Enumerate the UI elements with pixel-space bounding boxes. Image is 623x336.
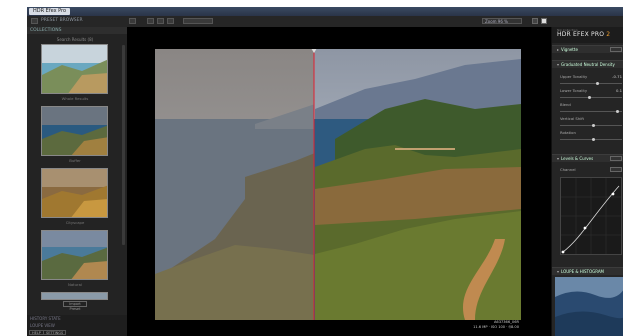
preset-panel: COLLECTIONS Search Results (8) Whole Res… xyxy=(27,27,127,315)
preset-scrollbar[interactable] xyxy=(122,45,125,245)
help-button[interactable]: HELP xyxy=(29,330,44,335)
preview-image[interactable] xyxy=(155,49,521,320)
split-view-icon[interactable] xyxy=(157,18,164,24)
loupe-preview[interactable] xyxy=(555,277,623,336)
lower-tonality-slider[interactable] xyxy=(560,96,622,99)
chevron-down-icon: ▾ xyxy=(557,269,560,274)
preset-thumbnail[interactable] xyxy=(41,292,108,300)
loupe-icon[interactable] xyxy=(532,18,538,24)
upper-tonality-slider[interactable] xyxy=(560,82,622,85)
vignette-label: Vignette xyxy=(561,47,578,52)
vignette-mode-button[interactable] xyxy=(610,47,622,52)
preset-browser-button[interactable]: PRESET BROWSER xyxy=(41,18,83,24)
background-selector[interactable] xyxy=(183,18,213,24)
app-window: HDR Efex Pro PRESET BROWSER Zoom 96 % CO… xyxy=(27,7,623,336)
preset-label: Whole Results xyxy=(61,96,89,101)
curves-editor[interactable] xyxy=(560,177,622,255)
upper-tonality-label: Upper Tonality xyxy=(560,74,588,79)
curve-point[interactable] xyxy=(583,226,587,230)
loupe-label: LOUPE & HISTOGRAM xyxy=(561,269,605,274)
preset-label: Buffer xyxy=(69,158,81,163)
rotation-slider[interactable] xyxy=(560,138,622,141)
rotation-label: Rotation xyxy=(560,130,576,135)
history-state-row[interactable]: HISTORY STATE xyxy=(30,316,61,321)
curve-point[interactable] xyxy=(611,192,615,196)
vertical-shift-slider[interactable] xyxy=(560,124,622,127)
levels-label: Levels & Curves xyxy=(561,156,594,161)
graduated-nd-section[interactable]: ▾ Graduated Neutral Density xyxy=(552,60,623,68)
preset-thumbnail[interactable] xyxy=(41,230,108,280)
loupe-histogram-section[interactable]: ▾ LOUPE & HISTOGRAM xyxy=(552,267,623,275)
left-footer: HISTORY STATE LOUPE VIEW HELP SETTINGS xyxy=(27,315,127,336)
blend-slider[interactable] xyxy=(560,110,622,113)
brand-title: HDR EFEX PRO xyxy=(557,31,605,38)
thumbnail-image xyxy=(42,169,107,217)
settings-button[interactable]: SETTINGS xyxy=(43,330,67,335)
lower-tonality-value: 0.1 xyxy=(615,88,622,93)
preset-thumbnail[interactable] xyxy=(41,44,108,94)
zoom-select[interactable]: Zoom 96 % xyxy=(482,18,522,24)
channel-label: Channel xyxy=(560,167,576,172)
brand-version: 2 xyxy=(606,31,611,38)
compare-icon[interactable] xyxy=(129,18,136,24)
slider-knob[interactable] xyxy=(616,110,619,113)
collections-header[interactable]: COLLECTIONS xyxy=(27,27,127,34)
image-canvas: A637366_06R 11.6 MP · ISO 100 · f/8.00 xyxy=(127,27,551,336)
search-results-label: Search Results (8) xyxy=(56,37,94,42)
chevron-right-icon: ▸ xyxy=(557,47,560,52)
slider-knob[interactable] xyxy=(592,138,595,141)
slider-knob[interactable] xyxy=(596,82,599,85)
slider-knob[interactable] xyxy=(592,124,595,127)
curve-graph xyxy=(561,178,621,254)
preset-label: Natural xyxy=(67,282,82,287)
image-details: 11.6 MP · ISO 100 · f/8.00 xyxy=(473,324,519,329)
lower-tonality-label: Lower Tonality xyxy=(560,88,588,93)
brand-name: HDR EFEX PRO 2 xyxy=(557,31,610,38)
thumbnail-image xyxy=(42,107,107,155)
image-info: A637366_06R 11.6 MP · ISO 100 · f/8.00 xyxy=(429,320,519,329)
thumbnail-image xyxy=(42,293,107,299)
channel-select[interactable] xyxy=(610,167,622,172)
import-preset-button[interactable]: Import Preset xyxy=(63,301,87,311)
window-tab[interactable]: HDR Efex Pro xyxy=(29,8,71,15)
preset-label: Cityscape xyxy=(65,220,85,225)
menu-icon[interactable] xyxy=(31,18,38,24)
levels-reset-button[interactable] xyxy=(610,156,622,161)
brand-header: Nik Collection HDR EFEX PRO 2 xyxy=(552,27,623,43)
preset-thumbnail[interactable] xyxy=(41,106,108,156)
title-bar: HDR Efex Pro xyxy=(27,7,623,16)
slider-knob[interactable] xyxy=(588,96,591,99)
preset-thumbnail[interactable] xyxy=(41,168,108,218)
settings-icon[interactable] xyxy=(541,18,547,24)
side-by-side-icon[interactable] xyxy=(167,18,174,24)
upper-tonality-value: -0.71 xyxy=(612,74,622,79)
chevron-down-icon: ▾ xyxy=(557,156,560,161)
graduated-label: Graduated Neutral Density xyxy=(561,62,615,67)
thumbnail-image xyxy=(42,45,107,93)
loupe-view-row[interactable]: LOUPE VIEW xyxy=(30,323,55,328)
thumbnail-image xyxy=(42,231,107,279)
chevron-down-icon: ▾ xyxy=(557,62,560,67)
vertical-shift-label: Vertical Shift xyxy=(560,116,585,121)
single-view-icon[interactable] xyxy=(147,18,154,24)
adjustments-panel: Nik Collection HDR EFEX PRO 2 ▸ Vignette … xyxy=(551,27,623,336)
curve-point[interactable] xyxy=(561,250,565,254)
blend-label: Blend xyxy=(560,102,571,107)
